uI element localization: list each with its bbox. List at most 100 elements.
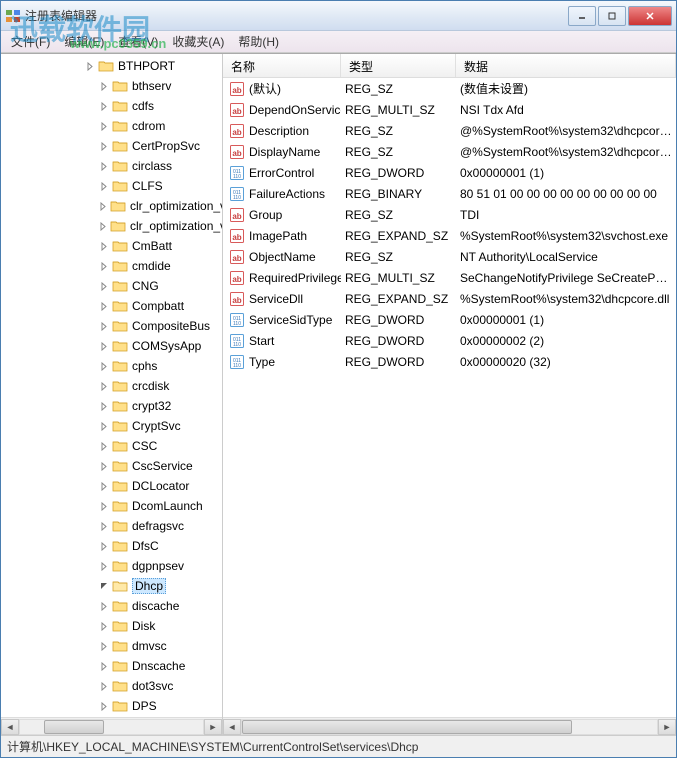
expand-icon[interactable] [99,141,110,152]
expand-icon[interactable] [99,201,108,212]
expand-icon[interactable] [99,461,110,472]
tree-node[interactable]: CryptSvc [1,416,222,436]
tree-node[interactable]: cdrom [1,116,222,136]
expand-icon[interactable] [99,641,110,652]
expand-icon[interactable] [99,101,110,112]
list-row[interactable]: 011110Start REG_DWORD 0x00000002 (2) [223,330,676,351]
expand-icon[interactable] [99,261,110,272]
expand-icon[interactable] [99,681,110,692]
expand-icon[interactable] [99,501,110,512]
expand-icon[interactable] [99,301,110,312]
tree-node[interactable]: CscService [1,456,222,476]
tree-node[interactable]: dot3svc [1,676,222,696]
scroll-track[interactable] [19,719,204,735]
expand-icon[interactable] [99,401,110,412]
col-header-type[interactable]: 类型 [341,54,456,77]
expand-icon[interactable] [99,221,108,232]
close-button[interactable] [628,6,672,26]
list-row[interactable]: 011110ServiceSidType REG_DWORD 0x0000000… [223,309,676,330]
tree-node[interactable]: DPS [1,696,222,716]
menu-edit[interactable]: 编辑(E) [58,31,110,52]
tree-node[interactable]: crcdisk [1,376,222,396]
tree-node[interactable]: Dnscache [1,656,222,676]
list-row[interactable]: 011110Type REG_DWORD 0x00000020 (32) [223,351,676,372]
scroll-thumb[interactable] [242,720,572,734]
tree-node[interactable]: cdfs [1,96,222,116]
tree-node[interactable]: clr_optimization_v2.0.50727_32 [1,196,222,216]
tree-node[interactable]: CSC [1,436,222,456]
expand-icon[interactable] [99,121,110,132]
list-row[interactable]: abImagePath REG_EXPAND_SZ %SystemRoot%\s… [223,225,676,246]
tree-node[interactable]: CNG [1,276,222,296]
scroll-track[interactable] [241,719,658,735]
list-row[interactable]: abGroup REG_SZ TDI [223,204,676,225]
tree-node[interactable]: circlass [1,156,222,176]
tree-node[interactable]: dgpnpsev [1,556,222,576]
list-body[interactable]: ab(默认) REG_SZ (数值未设置) abDependOnService … [223,78,676,717]
list-row[interactable]: abServiceDll REG_EXPAND_SZ %SystemRoot%\… [223,288,676,309]
list-row[interactable]: 011110ErrorControl REG_DWORD 0x00000001 … [223,162,676,183]
expand-icon[interactable] [99,381,110,392]
scroll-right-button[interactable]: ► [204,719,222,735]
tree-node[interactable]: discache [1,596,222,616]
expand-icon[interactable] [99,81,110,92]
tree-node[interactable]: CertPropSvc [1,136,222,156]
expand-icon[interactable] [99,321,110,332]
list-row[interactable]: abRequiredPrivileges REG_MULTI_SZ SeChan… [223,267,676,288]
col-header-data[interactable]: 数据 [456,54,676,77]
expand-icon[interactable] [99,241,110,252]
menu-view[interactable]: 查看(V) [112,31,164,52]
tree-node[interactable]: Disk [1,616,222,636]
tree-node[interactable]: dmvsc [1,636,222,656]
tree-node[interactable]: bthserv [1,76,222,96]
tree-body[interactable]: BTHPORTbthservcdfscdromCertPropSvccircla… [1,54,222,717]
expand-icon[interactable] [99,621,110,632]
expand-icon[interactable] [99,481,110,492]
list-hscroll[interactable]: ◄ ► [223,717,676,735]
expand-icon[interactable] [85,61,96,72]
expand-icon[interactable] [99,701,110,712]
expand-icon[interactable] [99,581,110,592]
menu-file[interactable]: 文件(F) [5,31,56,52]
tree-node[interactable]: DCLocator [1,476,222,496]
menu-help[interactable]: 帮助(H) [232,31,285,52]
expand-icon[interactable] [99,181,110,192]
list-row[interactable]: abObjectName REG_SZ NT Authority\LocalSe… [223,246,676,267]
tree-node[interactable]: crypt32 [1,396,222,416]
minimize-button[interactable] [568,6,596,26]
tree-node[interactable]: CmBatt [1,236,222,256]
expand-icon[interactable] [99,421,110,432]
scroll-left-button[interactable]: ◄ [223,719,241,735]
scroll-thumb[interactable] [44,720,104,734]
tree-node[interactable]: cmdide [1,256,222,276]
expand-icon[interactable] [99,561,110,572]
list-row[interactable]: abDescription REG_SZ @%SystemRoot%\syste… [223,120,676,141]
titlebar[interactable]: 注册表编辑器 [1,1,676,31]
expand-icon[interactable] [99,161,110,172]
tree-node[interactable]: COMSysApp [1,336,222,356]
expand-icon[interactable] [99,541,110,552]
scroll-left-button[interactable]: ◄ [1,719,19,735]
expand-icon[interactable] [99,361,110,372]
tree-node[interactable]: Dhcp [1,576,222,596]
tree-node[interactable]: Compbatt [1,296,222,316]
expand-icon[interactable] [99,601,110,612]
tree-node[interactable]: DfsC [1,536,222,556]
list-row[interactable]: ab(默认) REG_SZ (数值未设置) [223,78,676,99]
tree-node[interactable]: CompositeBus [1,316,222,336]
menu-favorites[interactable]: 收藏夹(A) [166,31,230,52]
expand-icon[interactable] [99,441,110,452]
tree-node[interactable]: cphs [1,356,222,376]
expand-icon[interactable] [99,281,110,292]
list-row[interactable]: abDependOnService REG_MULTI_SZ NSI Tdx A… [223,99,676,120]
tree-node[interactable]: CLFS [1,176,222,196]
list-row[interactable]: 011110FailureActions REG_BINARY 80 51 01… [223,183,676,204]
tree-node[interactable]: defragsvc [1,516,222,536]
tree-node[interactable]: BTHPORT [1,56,222,76]
tree-hscroll[interactable]: ◄ ► [1,717,222,735]
expand-icon[interactable] [99,341,110,352]
maximize-button[interactable] [598,6,626,26]
list-row[interactable]: abDisplayName REG_SZ @%SystemRoot%\syste… [223,141,676,162]
col-header-name[interactable]: 名称 [223,54,341,77]
scroll-right-button[interactable]: ► [658,719,676,735]
